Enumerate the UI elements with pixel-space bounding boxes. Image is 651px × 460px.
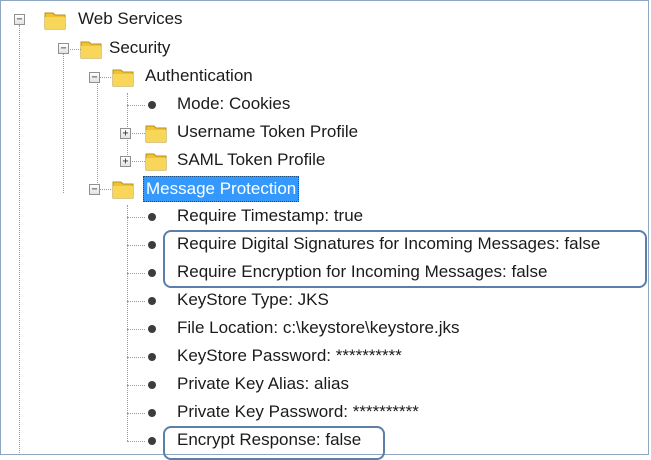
- folder-icon: [80, 41, 102, 59]
- expand-icon[interactable]: +: [120, 128, 131, 139]
- bullet-icon: [148, 381, 156, 389]
- tree-connector: [127, 273, 145, 274]
- tree-connector: [127, 301, 145, 302]
- tree-leaf-file-location[interactable]: File Location: c:\keystore\keystore.jks: [175, 316, 462, 340]
- tree-node-security[interactable]: Security: [107, 36, 172, 60]
- tree-connector: [127, 413, 145, 414]
- folder-icon: [145, 153, 167, 171]
- tree-leaf-private-key-password[interactable]: Private Key Password: **********: [175, 400, 421, 424]
- highlight-callout-incoming-messages: [163, 230, 647, 288]
- tree-leaf-private-key-alias[interactable]: Private Key Alias: alias: [175, 372, 351, 396]
- tree-guide-auth-children: [127, 93, 128, 161]
- tree-node-username-token-profile[interactable]: Username Token Profile: [175, 120, 360, 144]
- folder-icon: [145, 125, 167, 143]
- tree-guide-root: [19, 25, 20, 455]
- bullet-icon: [148, 297, 156, 305]
- tree-connector: [127, 357, 145, 358]
- tree-connector: [127, 385, 145, 386]
- tree-leaf-keystore-password[interactable]: KeyStore Password: **********: [175, 344, 404, 368]
- tree-view: − Web Services − Security − Authenticati…: [0, 0, 649, 460]
- tree-leaf-require-timestamp[interactable]: Require Timestamp: true: [175, 204, 365, 228]
- tree-guide-security: [63, 53, 64, 193]
- expand-icon[interactable]: +: [120, 156, 131, 167]
- folder-icon: [44, 12, 66, 30]
- tree-leaf-mode[interactable]: Mode: Cookies: [175, 92, 292, 116]
- bullet-icon: [148, 213, 156, 221]
- tree-connector: [127, 105, 145, 106]
- folder-icon: [112, 69, 134, 87]
- collapse-icon[interactable]: −: [89, 72, 100, 83]
- tree-node-message-protection[interactable]: Message Protection: [143, 176, 300, 202]
- collapse-icon[interactable]: −: [14, 14, 25, 25]
- tree-leaf-keystore-type[interactable]: KeyStore Type: JKS: [175, 288, 331, 312]
- tree-node-web-services[interactable]: Web Services: [76, 7, 185, 31]
- folder-icon: [112, 181, 134, 199]
- tree-connector: [127, 329, 145, 330]
- bullet-icon: [148, 437, 156, 445]
- bullet-icon: [148, 409, 156, 417]
- tree-node-authentication[interactable]: Authentication: [143, 64, 255, 88]
- collapse-icon[interactable]: −: [58, 43, 69, 54]
- collapse-icon[interactable]: −: [89, 184, 100, 195]
- bullet-icon: [148, 353, 156, 361]
- highlight-callout-encrypt-response: [163, 426, 385, 460]
- bullet-icon: [148, 325, 156, 333]
- bullet-icon: [148, 241, 156, 249]
- bullet-icon: [148, 101, 156, 109]
- bullet-icon: [148, 269, 156, 277]
- tree-connector: [127, 441, 145, 442]
- tree-guide-message-children: [127, 205, 128, 441]
- tree-connector: [127, 217, 145, 218]
- tree-node-saml-token-profile[interactable]: SAML Token Profile: [175, 148, 327, 172]
- tree-guide-authentication: [97, 81, 98, 191]
- tree-connector: [127, 245, 145, 246]
